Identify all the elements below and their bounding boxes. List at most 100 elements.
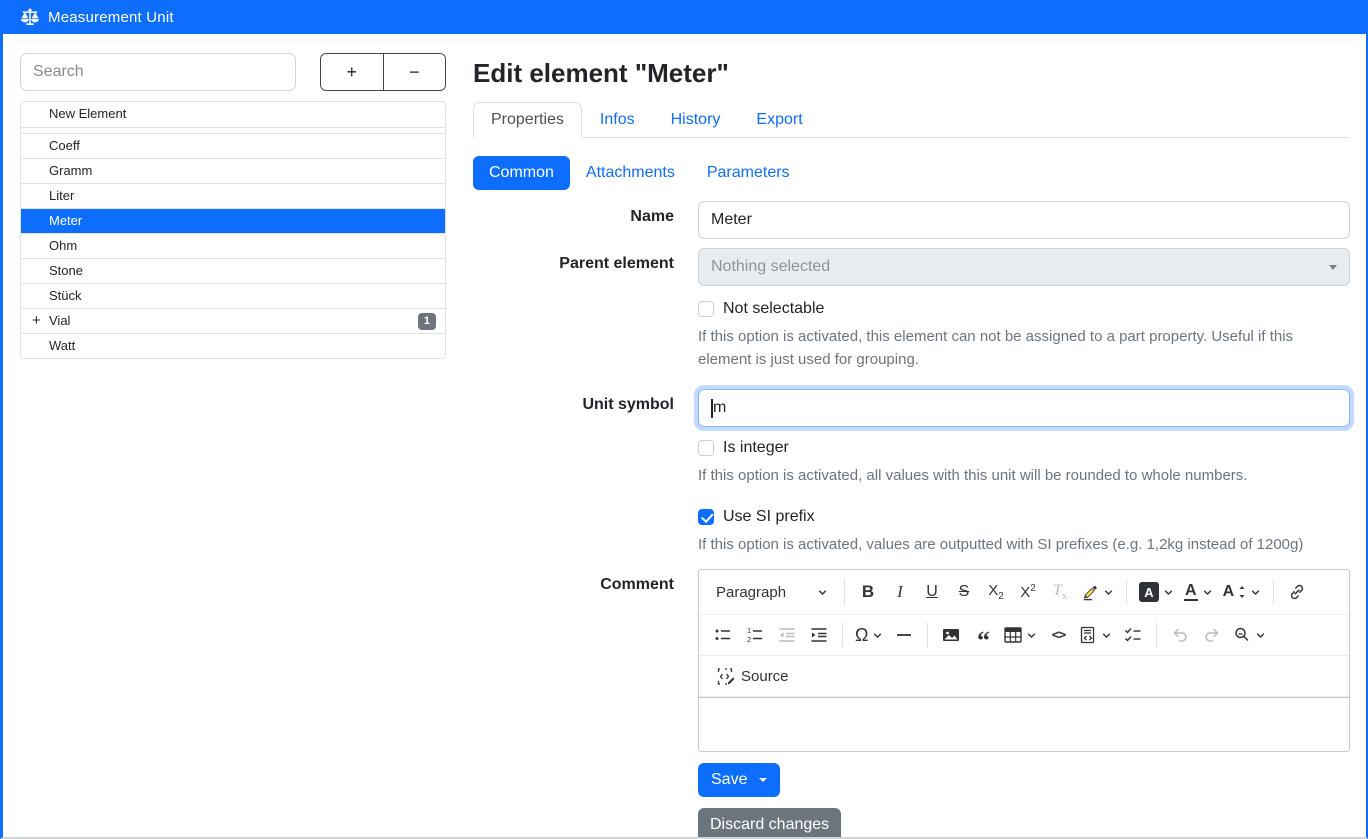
indent-button[interactable]: [804, 620, 834, 650]
undo-button[interactable]: [1165, 620, 1195, 650]
comment-content-area[interactable]: [699, 697, 1349, 751]
tree-item-label: Ohm: [49, 238, 77, 253]
tree-item-label: Vial: [49, 313, 70, 328]
tree-item-vial[interactable]: + Vial 1: [21, 308, 445, 333]
expand-icon[interactable]: +: [32, 309, 41, 333]
sidebar: + − New Element Coeff Gramm Liter: [3, 34, 449, 837]
tree-zoom-controls: + −: [320, 53, 446, 91]
discard-changes-button[interactable]: Discard changes: [698, 808, 841, 839]
app-title: Measurement Unit: [48, 9, 174, 26]
underline-button[interactable]: U: [917, 577, 947, 607]
numbered-list-button[interactable]: 1 2: [740, 620, 770, 650]
tab-export[interactable]: Export: [738, 102, 820, 138]
edit-form: Name Parent element Nothing selected Not…: [473, 201, 1350, 839]
block-quote-button[interactable]: “: [968, 620, 998, 650]
subtab-attachments[interactable]: Attachments: [570, 156, 691, 190]
tree-item-label: Watt: [49, 338, 75, 353]
link-icon: [1288, 583, 1306, 601]
not-selectable-checkbox[interactable]: [698, 301, 714, 317]
strikethrough-button[interactable]: S: [949, 577, 979, 607]
font-size-dropdown[interactable]: A: [1219, 577, 1266, 607]
tree-item-stone[interactable]: Stone: [21, 258, 445, 283]
subtab-bar: Common Attachments Parameters: [473, 156, 1350, 190]
omega-icon: Ω: [855, 625, 868, 646]
unit-symbol-value: m: [713, 399, 726, 417]
chevron-down-icon: [1026, 630, 1037, 641]
editor-toolbar-row-1: Paragraph B I U S X2 X2 Tx: [699, 570, 1349, 615]
chevron-down-icon: [1250, 587, 1261, 598]
scales-icon: [20, 8, 40, 26]
find-replace-dropdown[interactable]: [1229, 620, 1270, 650]
special-characters-dropdown[interactable]: Ω: [851, 620, 887, 650]
parent-element-label: Parent element: [473, 248, 674, 300]
image-icon: [942, 626, 960, 644]
is-integer-label[interactable]: Is integer: [723, 439, 789, 457]
bold-button[interactable]: B: [853, 577, 883, 607]
comment-label: Comment: [473, 569, 674, 762]
chevron-down-icon: [1101, 630, 1112, 641]
tree-item-label: New Element: [49, 106, 126, 121]
italic-button[interactable]: I: [885, 577, 915, 607]
todo-list-button[interactable]: [1118, 620, 1148, 650]
editor-toolbar-row-3: Source: [699, 656, 1349, 697]
insert-image-button[interactable]: [936, 620, 966, 650]
tree-item-liter[interactable]: Liter: [21, 183, 445, 208]
not-selectable-help: If this option is activated, this elemen…: [698, 326, 1350, 371]
font-background-icon: A: [1139, 582, 1159, 602]
element-tree: New Element Coeff Gramm Liter Meter Ohm: [20, 101, 446, 359]
superscript-button[interactable]: X2: [1013, 577, 1043, 607]
bulleted-list-button[interactable]: [708, 620, 738, 650]
tree-item-ohm[interactable]: Ohm: [21, 233, 445, 258]
is-integer-checkbox[interactable]: [698, 440, 714, 456]
app-header: Measurement Unit: [3, 0, 1366, 34]
tab-bar: Properties Infos History Export: [473, 102, 1350, 138]
chevron-down-icon: [1163, 587, 1174, 598]
insert-table-dropdown[interactable]: [1000, 620, 1041, 650]
tree-item-gramm[interactable]: Gramm: [21, 158, 445, 183]
horizontal-line-button[interactable]: [889, 620, 919, 650]
source-editing-button[interactable]: Source: [708, 661, 797, 691]
horizontal-line-icon: [896, 626, 912, 644]
tab-history[interactable]: History: [653, 102, 739, 138]
redo-button[interactable]: [1197, 620, 1227, 650]
tree-item-label: Meter: [49, 213, 82, 228]
tree-item-new-element[interactable]: New Element: [21, 102, 445, 127]
source-edit-icon: [716, 667, 735, 686]
code-button[interactable]: <>: [1043, 620, 1073, 650]
indent-icon: [810, 626, 828, 644]
outdent-icon: [778, 626, 796, 644]
unit-symbol-input[interactable]: m: [698, 389, 1350, 427]
font-color-dropdown[interactable]: A: [1180, 577, 1217, 607]
use-si-prefix-label[interactable]: Use SI prefix: [723, 508, 815, 526]
highlight-dropdown[interactable]: [1077, 577, 1118, 607]
tree-item-watt[interactable]: Watt: [21, 333, 445, 358]
tree-item-stuck[interactable]: Stück: [21, 283, 445, 308]
search-input[interactable]: [20, 53, 296, 91]
outdent-button[interactable]: [772, 620, 802, 650]
remove-format-button[interactable]: Tx: [1045, 577, 1075, 607]
collapse-all-button[interactable]: −: [383, 54, 446, 90]
save-dropdown-caret-icon[interactable]: [759, 778, 767, 782]
font-background-color-dropdown[interactable]: A: [1135, 577, 1178, 607]
tab-infos[interactable]: Infos: [582, 102, 653, 138]
table-icon: [1004, 626, 1022, 644]
font-size-icon: A: [1223, 583, 1235, 601]
code-block-dropdown[interactable]: [1075, 620, 1116, 650]
parent-element-select[interactable]: Nothing selected: [698, 248, 1350, 286]
name-input[interactable]: [698, 201, 1350, 239]
subtab-common[interactable]: Common: [473, 156, 570, 190]
svg-text:2: 2: [747, 635, 751, 644]
expand-all-button[interactable]: +: [321, 54, 383, 90]
link-button[interactable]: [1282, 577, 1312, 607]
chevron-down-icon: [1255, 630, 1266, 641]
not-selectable-label[interactable]: Not selectable: [723, 300, 824, 318]
subtab-parameters[interactable]: Parameters: [691, 156, 806, 190]
subscript-button[interactable]: X2: [981, 577, 1011, 607]
tab-properties[interactable]: Properties: [473, 102, 582, 138]
paragraph-style-dropdown[interactable]: Paragraph: [708, 577, 836, 607]
chevron-down-icon: [1329, 265, 1337, 270]
save-button[interactable]: Save: [698, 763, 780, 797]
tree-item-meter[interactable]: Meter: [21, 208, 445, 233]
tree-item-coeff[interactable]: Coeff: [21, 133, 445, 158]
use-si-prefix-checkbox[interactable]: [698, 509, 714, 525]
